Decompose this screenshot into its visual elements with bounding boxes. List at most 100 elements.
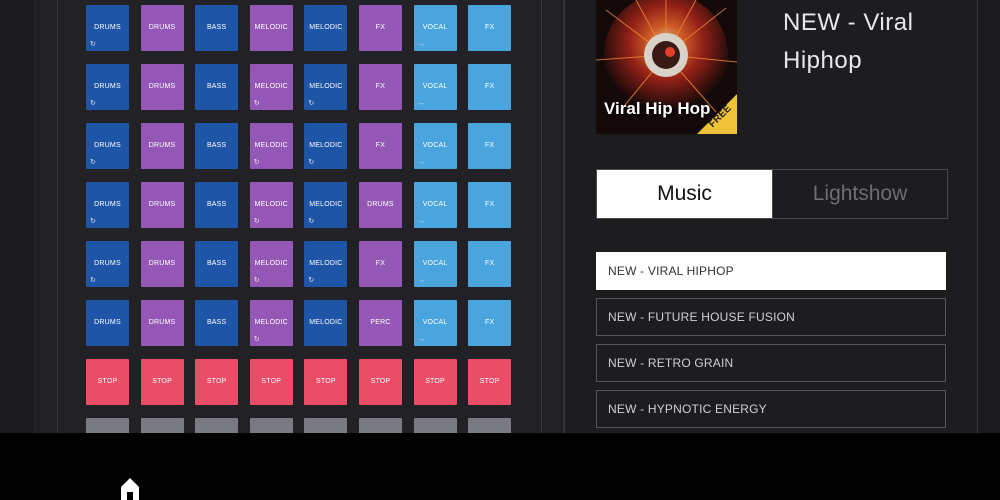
pad-label: DRUMS (94, 319, 121, 326)
pad[interactable]: DRUMS (140, 5, 184, 51)
loop-icon: ↻ (253, 100, 260, 107)
loop-icon: ↻ (308, 277, 315, 284)
pad[interactable]: STOP (195, 359, 239, 405)
pad[interactable]: FX (358, 5, 402, 51)
pad[interactable]: MELODIC ↻ (249, 300, 293, 346)
pad-label: DRUMS (148, 142, 176, 149)
pad[interactable]: DRUMS (140, 123, 184, 169)
pad[interactable]: BASS (195, 241, 239, 287)
pad[interactable]: DRUMS (358, 182, 402, 228)
pad[interactable]: DRUMS ↻ (86, 182, 129, 228)
pad[interactable]: MELODIC ↻ (249, 182, 293, 228)
mode-tabs: Music Lightshow (596, 169, 948, 219)
pad[interactable]: MELODIC ↻ (304, 182, 348, 228)
pad[interactable]: DRUMS (86, 300, 129, 346)
pad-label: FX (484, 24, 495, 31)
pad-label: BASS (206, 319, 227, 326)
pad[interactable]: VOCAL → (413, 241, 457, 287)
pad[interactable]: STOP (86, 359, 129, 405)
home-icon[interactable] (118, 476, 142, 500)
app-window: DRUMS ↻ DRUMS BASS MELODIC MELODIC FX VOCAL → FX D… (0, 0, 1000, 500)
arrow-icon: → (417, 159, 425, 166)
pad-label: STOP (316, 378, 336, 385)
pad[interactable]: DRUMS ↻ (86, 123, 129, 169)
pad[interactable]: FX (468, 64, 512, 110)
track-list-item[interactable]: NEW - HYPNOTIC ENERGY (596, 390, 946, 428)
pad-label: FX (375, 260, 386, 267)
arrow-icon: → (417, 277, 425, 284)
pad[interactable]: DRUMS ↻ (86, 241, 129, 287)
pad-label: DRUMS (148, 201, 176, 208)
pad-label: BASS (206, 142, 227, 149)
pad-label: PERC (370, 319, 391, 326)
pad[interactable]: MELODIC ↻ (304, 241, 348, 287)
pad[interactable]: DRUMS (140, 64, 184, 110)
pad-label: FX (484, 83, 495, 90)
pad-label: STOP (370, 378, 391, 385)
pad[interactable]: FX (468, 182, 512, 228)
pad-label: FX (375, 83, 386, 90)
pad[interactable]: FX (468, 300, 512, 346)
pad[interactable]: STOP (249, 359, 293, 405)
track-list-item[interactable]: NEW - VIRAL HIPHOP (596, 252, 946, 290)
pad[interactable]: DRUMS (140, 182, 184, 228)
pad-label: FX (375, 142, 386, 149)
pad[interactable]: BASS (195, 5, 239, 51)
pad[interactable]: STOP (468, 359, 512, 405)
track-list: NEW - VIRAL HIPHOP NEW - FUTURE HOUSE FUS… (596, 252, 946, 436)
pad-label: DRUMS (148, 319, 176, 326)
pad-grid: DRUMS ↻ DRUMS BASS MELODIC MELODIC FX VOCAL → FX D… (86, 5, 512, 464)
album-cover[interactable]: Viral Hip Hop FREE (596, 0, 737, 134)
pad[interactable]: MELODIC ↻ (304, 123, 348, 169)
pad[interactable]: DRUMS ↻ (86, 5, 129, 51)
pad-label: DRUMS (148, 83, 176, 90)
tab-music[interactable]: Music (597, 170, 772, 218)
pad[interactable]: PERC (358, 300, 402, 346)
pad[interactable]: VOCAL → (413, 5, 457, 51)
pad[interactable]: MELODIC (304, 300, 348, 346)
loop-icon: ↻ (90, 218, 97, 225)
arrow-icon: → (417, 336, 425, 343)
pad[interactable]: MELODIC (304, 5, 348, 51)
loop-icon: ↻ (253, 277, 260, 284)
arrow-icon: → (417, 41, 425, 48)
pad[interactable]: VOCAL → (413, 64, 457, 110)
pad[interactable]: STOP (413, 359, 457, 405)
pad[interactable]: STOP (140, 359, 184, 405)
pad[interactable]: BASS (195, 182, 239, 228)
pad[interactable]: BASS (195, 300, 239, 346)
track-list-item[interactable]: NEW - RETRO GRAIN (596, 344, 946, 382)
pad[interactable]: FX (358, 64, 402, 110)
pad[interactable]: STOP (358, 359, 402, 405)
pad[interactable]: BASS (195, 64, 239, 110)
pad[interactable]: VOCAL → (413, 300, 457, 346)
pad[interactable]: VOCAL → (413, 123, 457, 169)
pad[interactable]: BASS (195, 123, 239, 169)
pad[interactable]: VOCAL → (413, 182, 457, 228)
pad[interactable]: DRUMS (140, 241, 184, 287)
loop-icon: ↻ (90, 41, 97, 48)
pad-label: STOP (206, 378, 227, 385)
pad[interactable]: FX (468, 241, 512, 287)
pad[interactable]: MELODIC ↻ (249, 123, 293, 169)
pad-label: BASS (206, 201, 227, 208)
pad-label: BASS (206, 83, 227, 90)
pad[interactable]: MELODIC ↻ (304, 64, 348, 110)
pad[interactable]: FX (358, 123, 402, 169)
pad[interactable]: MELODIC (249, 5, 293, 51)
loop-icon: ↻ (90, 277, 97, 284)
pad[interactable]: MELODIC ↻ (249, 241, 293, 287)
pad[interactable]: STOP (304, 359, 348, 405)
loop-icon: ↻ (90, 100, 97, 107)
pad[interactable]: FX (468, 123, 512, 169)
pad[interactable]: MELODIC ↻ (249, 64, 293, 110)
pad-label: FX (375, 24, 386, 31)
tab-lightshow[interactable]: Lightshow (772, 170, 947, 218)
pad[interactable]: FX (358, 241, 402, 287)
track-list-item[interactable]: NEW - FUTURE HOUSE FUSION (596, 298, 946, 336)
pad[interactable]: DRUMS (140, 300, 184, 346)
pad[interactable]: DRUMS ↻ (86, 64, 129, 110)
pad-label: STOP (97, 378, 118, 385)
arrow-icon: → (417, 218, 425, 225)
pad[interactable]: FX (468, 5, 512, 51)
